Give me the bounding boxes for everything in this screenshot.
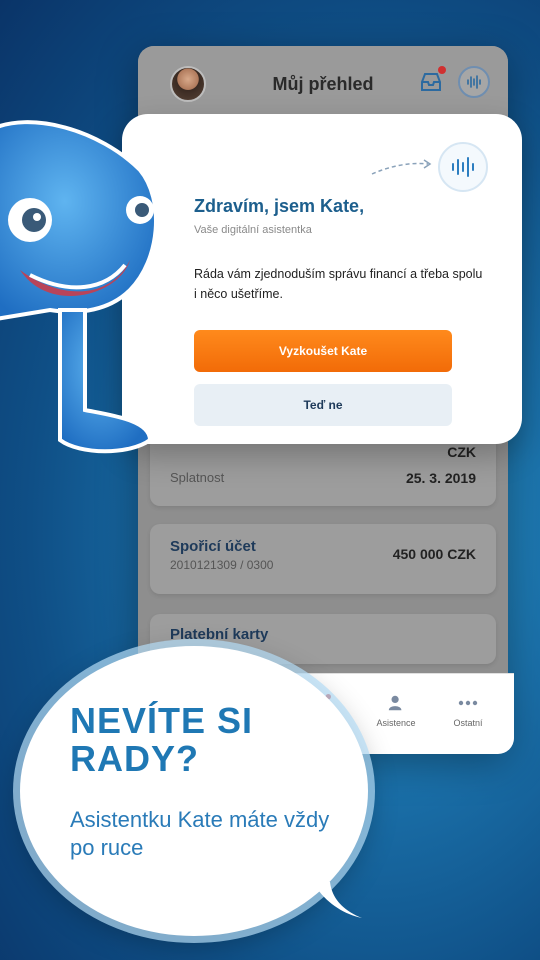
due-date-value: 25. 3. 2019 bbox=[405, 470, 476, 486]
account-number: 2010121309 / 0300 bbox=[170, 558, 274, 572]
page-title: Můj přehled bbox=[272, 74, 374, 94]
due-date-label: Splatnost bbox=[170, 470, 225, 485]
section-title: Platební karty bbox=[170, 626, 269, 643]
more-icon bbox=[458, 700, 478, 706]
tab-assistance[interactable]: Asistence bbox=[366, 694, 426, 728]
account-balance: 450 000 CZK bbox=[392, 546, 476, 562]
voice-assistant-icon[interactable] bbox=[438, 142, 488, 192]
card-partial-value: CZK bbox=[447, 444, 476, 460]
inbox-icon[interactable] bbox=[420, 72, 442, 92]
payment-card[interactable]: CZK Splatnost 25. 3. 2019 bbox=[150, 436, 496, 506]
dialog-text: Ráda vám zjednoduším správu financí a tř… bbox=[194, 267, 483, 301]
savings-account-card[interactable]: Spořicí účet 2010121309 / 0300 450 000 C… bbox=[150, 524, 496, 594]
account-title: Spořicí účet bbox=[170, 538, 256, 555]
chameleon-mascot bbox=[0, 120, 158, 454]
tab-other[interactable]: Ostatní bbox=[438, 694, 498, 728]
notification-dot bbox=[438, 66, 446, 74]
promo-subline: Asistentku Kate máte vždy po ruce bbox=[70, 807, 330, 860]
assistant-dialog: Zdravím, jsem Kate, Vaše digitální asist… bbox=[122, 114, 522, 444]
try-kate-button[interactable]: Vyzkoušet Kate bbox=[194, 330, 452, 372]
promo-headline: NEVÍTE SI RADY? bbox=[70, 700, 254, 779]
dialog-subtitle: Vaše digitální asistentka bbox=[194, 224, 312, 236]
dashed-arrow-icon bbox=[371, 159, 432, 175]
speech-bubble-tail bbox=[312, 880, 362, 918]
voice-assistant-icon[interactable] bbox=[458, 66, 490, 98]
tab-label: Ostatní bbox=[453, 718, 483, 728]
dialog-greeting: Zdravím, jsem Kate, bbox=[194, 196, 365, 216]
person-icon bbox=[388, 695, 402, 711]
not-now-button[interactable]: Teď ne bbox=[194, 384, 452, 426]
tab-label: Asistence bbox=[376, 718, 416, 728]
